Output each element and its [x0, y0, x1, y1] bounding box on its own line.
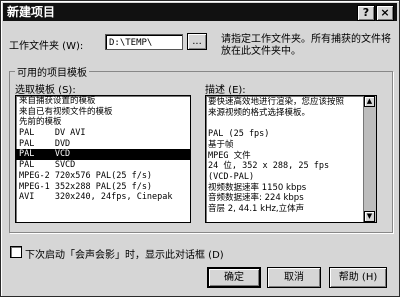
- description-line: MPEG 文件: [208, 150, 251, 161]
- description-text: 要快速高效地进行渲染，您应该按照 来源视频的格式选择模板。 PAL (25 fps…: [208, 97, 364, 215]
- description-line: 要快速高效地进行渲染，您应该按照: [208, 97, 345, 107]
- description-line: (VCD-PAL): [208, 171, 255, 182]
- template-list[interactable]: 来自捕获设置的模板 来自已有视频文件的模板 先前的模板 PAL DV AVI PAL D…: [15, 95, 191, 223]
- template-item[interactable]: PAL VCD: [16, 149, 190, 161]
- description-line: [208, 118, 364, 129]
- template-item[interactable]: AVI 320x240, 24fps, Cinepak: [16, 192, 190, 203]
- scroll-down-icon[interactable]: ▼: [364, 211, 375, 222]
- template-item[interactable]: PAL SVCD: [16, 160, 190, 171]
- folder-input[interactable]: D:\TEMP\: [105, 34, 183, 50]
- description-scrollbar[interactable]: ▲ ▼: [363, 96, 376, 222]
- template-group-title: 可用的项目模板: [15, 64, 89, 79]
- help-title-button[interactable]: ?: [357, 5, 375, 21]
- description-line: PAL (25 fps): [208, 129, 270, 140]
- template-item[interactable]: 先前的模板: [16, 117, 190, 128]
- window-title: 新建项目: [7, 5, 56, 19]
- cancel-button[interactable]: 取消: [267, 267, 321, 288]
- show-dialog-checkbox[interactable]: [10, 246, 22, 258]
- close-button[interactable]: ×: [376, 5, 394, 21]
- hint-line-1: 请指定工作文件夹。所有捕获的文件将: [221, 34, 391, 45]
- description-box: 要快速高效地进行渲染，您应该按照 来源视频的格式选择模板。 PAL (25 fps…: [205, 95, 377, 223]
- template-item[interactable]: 来自捕获设置的模板: [16, 96, 190, 107]
- description-line: 基于帧: [208, 139, 234, 150]
- description-line: 24 位, 352 x 288, 25 fps: [208, 161, 330, 172]
- template-item[interactable]: 来自已有视频文件的模板: [16, 107, 190, 118]
- description-line: 音层 2, 44.1 kHz,立体声: [208, 204, 305, 215]
- template-item[interactable]: MPEG-1 352x288 PAL(25 f/s): [16, 182, 190, 193]
- description-line: 音频数据速率: 224 kbps: [208, 193, 304, 204]
- description-label: 描述 (E):: [205, 85, 246, 96]
- hint-line-2: 放在此文件夹中。: [221, 46, 301, 57]
- template-item[interactable]: MPEG-2 720x576 PAL(25 f/s): [16, 171, 190, 182]
- description-line: 来源视频的格式选择模板。: [208, 107, 311, 118]
- template-list-label: 选取模板 (S):: [15, 85, 76, 96]
- ok-button[interactable]: 确定: [207, 267, 261, 288]
- scroll-up-icon[interactable]: ▲: [364, 96, 375, 107]
- template-item[interactable]: PAL DV AVI: [16, 128, 190, 139]
- template-item[interactable]: PAL DVD: [16, 139, 190, 150]
- title-bar: 新建项目 ? ×: [3, 3, 397, 21]
- folder-label: 工作文件夹 (W):: [9, 41, 84, 52]
- folder-hint: 请指定工作文件夹。所有捕获的文件将 放在此文件夹中。: [221, 34, 391, 58]
- new-project-dialog: 新建项目 ? × 工作文件夹 (W): D:\TEMP\ ... 请指定工作文件…: [0, 0, 400, 297]
- show-dialog-label[interactable]: 下次启动「会声会影」时，显示此对话框 (D): [25, 246, 224, 261]
- help-button[interactable]: 帮助 (H): [329, 267, 387, 288]
- description-line: 视频数据速率 1150 kbps: [208, 182, 307, 193]
- browse-button[interactable]: ...: [187, 33, 207, 50]
